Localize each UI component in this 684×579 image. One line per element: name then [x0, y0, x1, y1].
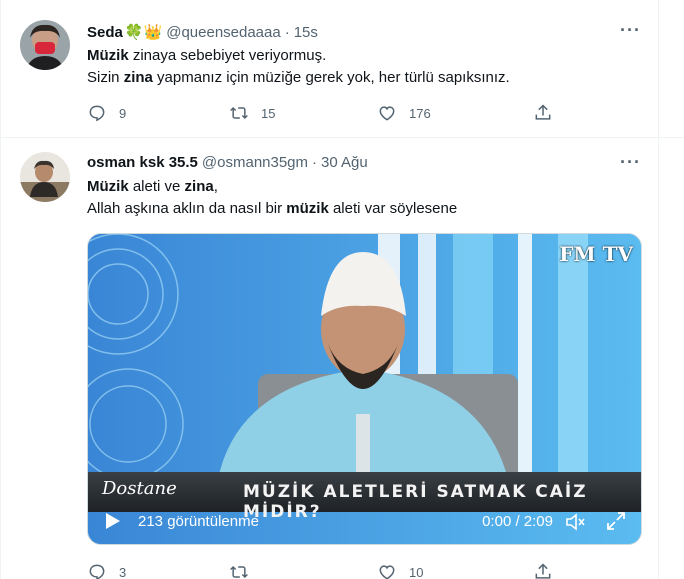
tweet[interactable]: osman ksk 35.5 @osmann35gm · 30 Ağu ··· …: [0, 138, 684, 579]
reply-button[interactable]: 3: [87, 562, 126, 579]
text-segment: ,: [213, 178, 218, 195]
text-segment: zinaya sebebiyet veriyormuş.: [128, 47, 327, 64]
retweet-button[interactable]: 15: [229, 103, 275, 123]
reply-icon: [89, 105, 105, 122]
avatar[interactable]: [20, 152, 70, 202]
tweet-line: Sizin zina yapmanız için müziğe gerek yo…: [87, 67, 510, 89]
like-count: 176: [409, 105, 431, 121]
share-button[interactable]: [533, 103, 553, 123]
retweet-icon: [230, 565, 248, 579]
like-count: 10: [409, 564, 424, 579]
tweet-line: Müzik zinaya sebebiyet veriyormuş.: [87, 45, 510, 67]
reply-count: 3: [119, 564, 127, 579]
share-icon: [535, 104, 551, 120]
tweet[interactable]: Seda 🍀👑 @queensedaaaa · 15s ··· Müzik zi…: [0, 0, 684, 137]
timestamp[interactable]: 15s: [294, 24, 318, 41]
text-segment: Allah aşkına aklın da nasıl bir: [87, 200, 287, 217]
like-icon: [379, 565, 395, 579]
reply-icon: [89, 564, 105, 579]
text-segment: yapmanız için müziğe gerek yok, her türl…: [152, 69, 510, 86]
like-icon: [379, 106, 395, 121]
retweet-button[interactable]: [229, 562, 261, 579]
author-name[interactable]: Seda: [87, 24, 123, 41]
like-button[interactable]: 176: [377, 103, 431, 123]
fullscreen-icon[interactable]: [605, 510, 627, 532]
tweet-line: Müzik aleti ve zina,: [87, 176, 457, 198]
author-name[interactable]: osman ksk 35.5: [87, 154, 198, 171]
text-segment: aleti var söylesene: [328, 200, 458, 217]
name-emoji: 🍀👑: [124, 24, 163, 41]
retweet-count: 15: [261, 105, 276, 121]
author-handle[interactable]: @queensedaaaa: [166, 24, 281, 41]
highlighted-keyword: zina: [184, 178, 214, 195]
highlighted-keyword: Müzik: [87, 47, 129, 64]
video-controls: 213 görüntülenme 0:00 / 2:09: [88, 498, 641, 544]
video-player[interactable]: FM TV Dostane MÜZİK ALETLERİ SATMAK CAİZ…: [87, 233, 642, 545]
play-icon[interactable]: [105, 512, 121, 530]
show-logo: Dostane: [102, 478, 177, 499]
view-count: 213 görüntülenme: [138, 513, 259, 530]
highlighted-keyword: zina: [123, 69, 153, 86]
highlighted-keyword: müzik: [286, 200, 329, 217]
channel-logo: FM TV: [559, 242, 633, 266]
tweet-text: Müzik zinaya sebebiyet veriyormuş. Sizin…: [87, 45, 510, 89]
avatar[interactable]: [20, 20, 70, 70]
text-segment: Sizin: [87, 69, 124, 86]
highlighted-keyword: Müzik: [87, 178, 129, 195]
retweet-icon: [230, 106, 248, 120]
video-timecode: 0:00 / 2:09: [482, 513, 553, 530]
tweet-text: Müzik aleti ve zina, Allah aşkına aklın …: [87, 176, 457, 220]
volume-icon[interactable]: [565, 512, 587, 532]
separator-dot: ·: [284, 23, 290, 41]
reply-count: 9: [119, 105, 127, 121]
more-icon[interactable]: ···: [620, 152, 641, 173]
share-icon: [535, 563, 551, 579]
share-button[interactable]: [533, 562, 553, 579]
text-segment: aleti ve: [128, 178, 185, 195]
author-handle[interactable]: @osmann35gm: [202, 154, 308, 171]
more-icon[interactable]: ···: [620, 20, 641, 41]
separator-dot: ·: [312, 154, 318, 171]
timeline: Seda 🍀👑 @queensedaaaa · 15s ··· Müzik zi…: [0, 0, 684, 579]
timestamp[interactable]: 30 Ağu: [321, 154, 368, 171]
tweet-line: Allah aşkına aklın da nasıl bir müzik al…: [87, 198, 457, 220]
reply-button[interactable]: 9: [87, 103, 126, 123]
like-button[interactable]: 10: [377, 562, 423, 579]
